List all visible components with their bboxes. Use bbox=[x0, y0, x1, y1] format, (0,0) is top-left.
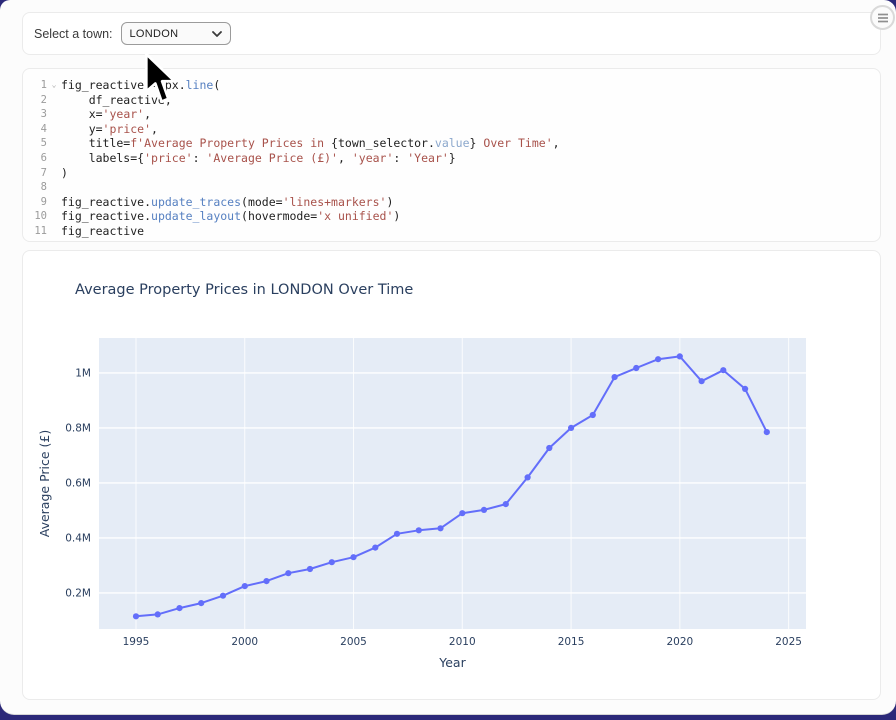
selector-cell: Select a town: LONDON bbox=[22, 12, 881, 55]
price-line-chart[interactable]: 1995 2000 2005 2010 2015 2020 2025 0.2M 0.4M 0.6M… bbox=[23, 251, 882, 699]
svg-text:2000: 2000 bbox=[231, 636, 258, 648]
svg-text:2015: 2015 bbox=[558, 636, 585, 648]
svg-text:2005: 2005 bbox=[340, 636, 367, 648]
svg-text:1995: 1995 bbox=[123, 636, 150, 648]
chart-cell: Average Property Prices in LONDON Over T… bbox=[22, 250, 881, 700]
code-line: 5 title=f'Average Property Prices in {to… bbox=[23, 136, 880, 151]
code-line: 10fig_reactive.update_layout(hovermode='… bbox=[23, 209, 880, 224]
svg-text:2010: 2010 bbox=[449, 636, 476, 648]
svg-text:Average Price (£): Average Price (£) bbox=[37, 430, 52, 537]
code-line: 7) bbox=[23, 166, 880, 181]
code-line: 2 df_reactive, bbox=[23, 93, 880, 108]
code-line: 8 bbox=[23, 180, 880, 195]
code-line: 1⌄fig_reactive = px.line( bbox=[23, 78, 880, 93]
svg-text:2020: 2020 bbox=[666, 636, 693, 648]
svg-text:0.4M: 0.4M bbox=[65, 532, 91, 544]
svg-text:0.6M: 0.6M bbox=[65, 477, 91, 489]
code-lines: 1⌄fig_reactive = px.line(2 df_reactive,3… bbox=[23, 78, 880, 239]
code-line: 11fig_reactive bbox=[23, 224, 880, 239]
svg-text:0.2M: 0.2M bbox=[65, 587, 91, 599]
code-line: 3 x='year', bbox=[23, 107, 880, 122]
code-line: 9fig_reactive.update_traces(mode='lines+… bbox=[23, 195, 880, 210]
menu-button[interactable] bbox=[870, 5, 895, 30]
svg-text:Year: Year bbox=[438, 655, 466, 670]
town-select-value: LONDON bbox=[130, 28, 179, 40]
svg-text:1M: 1M bbox=[75, 367, 91, 379]
code-line: 6 labels={'price': 'Average Price (£)', … bbox=[23, 151, 880, 166]
code-cell[interactable]: 1⌄fig_reactive = px.line(2 df_reactive,3… bbox=[22, 68, 881, 242]
notebook-page: Select a town: LONDON 1⌄fig_reactive = p… bbox=[0, 0, 896, 715]
code-line: 4 y='price', bbox=[23, 122, 880, 137]
town-select-label: Select a town: bbox=[34, 27, 113, 41]
svg-text:0.8M: 0.8M bbox=[65, 422, 91, 434]
chevron-down-icon bbox=[212, 31, 222, 37]
hamburger-icon bbox=[877, 13, 889, 23]
svg-text:2025: 2025 bbox=[775, 636, 802, 648]
town-select[interactable]: LONDON bbox=[121, 22, 231, 45]
